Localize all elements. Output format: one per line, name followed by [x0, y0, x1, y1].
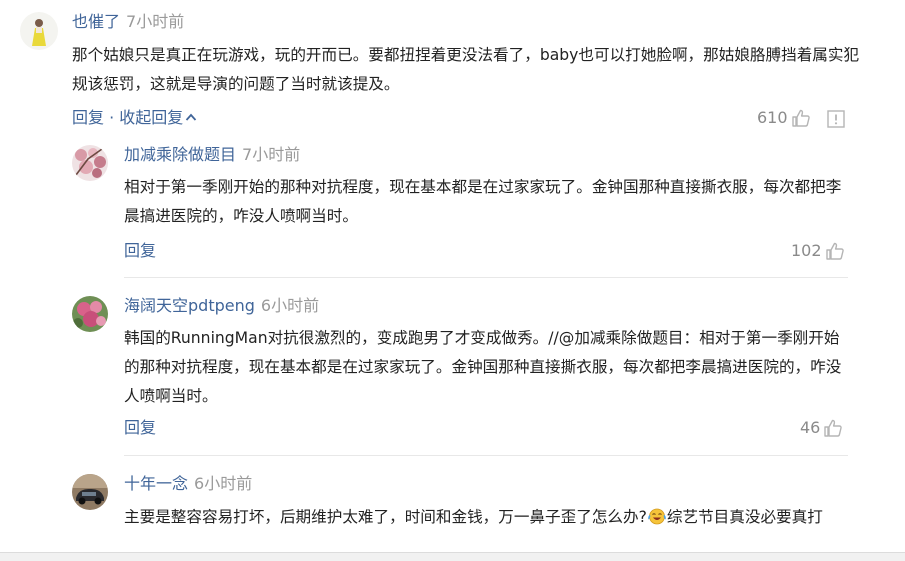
timestamp: 6小时前	[194, 474, 253, 493]
collapse-replies-button[interactable]: 收起回复	[119, 108, 197, 127]
avatar[interactable]	[20, 12, 58, 50]
avatar[interactable]	[72, 145, 108, 181]
reply-text: 主要是整容容易打坏，后期维护太难了，时间和金钱，万一鼻子歪了怎么办? 综艺节目真…	[124, 503, 849, 532]
reply-button[interactable]: 回复	[124, 240, 156, 262]
thumbs-up-icon	[824, 419, 843, 437]
reply-author[interactable]: 十年一念 6小时前	[124, 473, 252, 495]
like-count: 610	[757, 108, 788, 127]
username[interactable]: 也催了	[72, 12, 120, 31]
like-button[interactable]: 610	[757, 107, 811, 129]
divider	[124, 277, 848, 278]
like-button[interactable]: 46	[800, 417, 843, 439]
like-button[interactable]: 102	[791, 240, 845, 262]
avatar[interactable]	[72, 474, 108, 510]
timestamp: 7小时前	[242, 145, 301, 164]
comment-actions: 回复 · 收起回复	[72, 107, 197, 129]
divider	[124, 455, 848, 456]
timestamp: 7小时前	[126, 12, 185, 31]
reply-text-part: 主要是整容容易打坏，后期维护太难了，时间和金钱，万一鼻子歪了怎么办?	[124, 508, 647, 526]
timestamp: 6小时前	[260, 296, 320, 315]
separator: ·	[104, 108, 120, 127]
reply-author[interactable]: 加减乘除做题目 7小时前	[124, 144, 300, 166]
chevron-up-icon	[186, 113, 197, 121]
thumbs-up-icon	[825, 242, 844, 260]
thumbs-up-icon	[791, 109, 810, 127]
reply-text: 韩国的RunningMan对抗很激烈的，变成跑男了才变成做秀。//@加减乘除做题…	[124, 329, 842, 405]
reply-button[interactable]: 回复	[72, 108, 104, 127]
reply-button[interactable]: 回复	[124, 417, 156, 439]
comment-author[interactable]: 也催了 7小时前	[72, 11, 184, 33]
comment-text: 那个姑娘只是真正在玩游戏，玩的开而已。要都扭捏着更没法看了，baby也可以打她脸…	[72, 46, 860, 93]
username[interactable]: 海阔天空pdtpeng	[124, 296, 255, 315]
reply-text: 相对于第一季刚开始的那种对抗程度，现在基本都是在过家家玩了。金钟国那种直接撕衣服…	[124, 178, 842, 225]
username[interactable]: 十年一念	[124, 474, 188, 493]
like-count: 102	[791, 241, 822, 260]
reply-text-part: 综艺节目真没必要真打	[666, 508, 823, 526]
report-icon[interactable]	[827, 110, 845, 128]
crying-laughing-emoji	[648, 508, 666, 525]
like-count: 46	[800, 418, 821, 437]
username[interactable]: 加减乘除做题目	[124, 145, 236, 164]
avatar[interactable]	[72, 296, 108, 332]
collapse-replies-label: 收起回复	[119, 108, 184, 127]
reply-author[interactable]: 海阔天空pdtpeng 6小时前	[124, 295, 319, 317]
